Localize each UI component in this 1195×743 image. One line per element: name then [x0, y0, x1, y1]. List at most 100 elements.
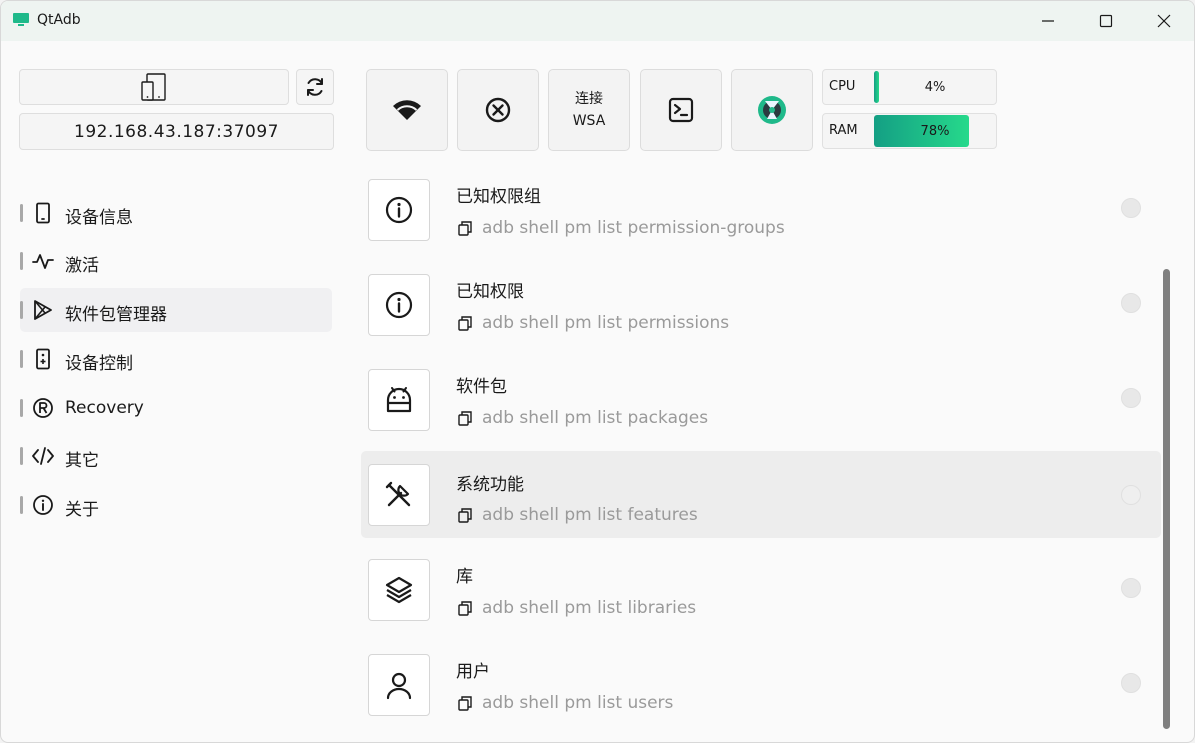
layers-icon — [385, 576, 413, 604]
connect-wsa-label-line1: 连接 — [575, 91, 603, 107]
row-title: 已知权限 — [456, 282, 524, 302]
row-command: adb shell pm list users — [458, 693, 673, 713]
minimize-icon — [1042, 20, 1054, 22]
user-icon — [386, 672, 412, 700]
sidebar-indicator — [20, 399, 23, 417]
copy-icon[interactable] — [458, 507, 472, 523]
sidebar-item-label: 设备控制 — [65, 354, 133, 374]
row-command: adb shell pm list packages — [458, 408, 708, 428]
row-icon-box — [368, 654, 430, 716]
connect-wsa-label-line2: WSA — [572, 113, 606, 129]
code-icon — [32, 447, 54, 465]
row-toggle[interactable] — [1121, 293, 1141, 313]
maximize-icon — [1099, 14, 1113, 28]
list-item-packages[interactable]: 软件包 adb shell pm list packages — [361, 366, 1161, 453]
close-icon — [1157, 14, 1171, 28]
list-item-features[interactable]: 系统功能 adb shell pm list features — [361, 451, 1161, 538]
row-toggle[interactable] — [1121, 198, 1141, 218]
row-title: 已知权限组 — [456, 187, 541, 207]
row-command-text: adb shell pm list packages — [482, 408, 709, 428]
connect-wsa-button[interactable]: 连接 WSA — [548, 69, 630, 151]
pulse-icon — [32, 254, 54, 269]
row-command: adb shell pm list permission-groups — [458, 218, 785, 238]
list-item-users[interactable]: 用户 adb shell pm list users — [361, 651, 1161, 738]
sidebar-indicator — [20, 496, 23, 514]
minimize-button[interactable] — [1019, 1, 1077, 41]
row-command-text: adb shell pm list users — [482, 693, 674, 713]
row-toggle[interactable] — [1121, 388, 1141, 408]
ram-usage-bar: 78% — [874, 115, 996, 147]
row-toggle[interactable] — [1121, 673, 1141, 693]
list-item-permissions[interactable]: 已知权限 adb shell pm list permissions — [361, 271, 1161, 358]
row-toggle[interactable] — [1121, 485, 1141, 505]
row-icon-box — [368, 369, 430, 431]
wifi-button[interactable] — [366, 69, 448, 151]
copy-icon[interactable] — [458, 600, 472, 616]
play-store-icon — [34, 300, 52, 320]
sidebar-indicator — [20, 252, 23, 270]
row-title: 用户 — [456, 662, 490, 682]
cpu-usage-bar: 4% — [874, 71, 996, 103]
ram-meter: RAM 78% — [822, 113, 997, 149]
cpu-usage-value: 4% — [924, 79, 946, 95]
row-icon-box — [368, 274, 430, 336]
sidebar-indicator — [20, 350, 23, 368]
title-bar: QtAdb — [1, 1, 1194, 41]
scrcpy-button[interactable] — [731, 69, 813, 151]
row-command-text: adb shell pm list features — [482, 505, 698, 525]
devices-icon — [141, 73, 166, 101]
app-logo-icon — [13, 13, 29, 26]
close-circle-icon — [485, 97, 511, 123]
row-icon-box — [368, 179, 430, 241]
wifi-icon — [393, 100, 421, 120]
sidebar-item-label: 关于 — [65, 500, 99, 520]
sidebar-item-about[interactable]: 关于 — [20, 483, 332, 527]
maximize-button[interactable] — [1077, 1, 1135, 41]
list-item-libraries[interactable]: 库 adb shell pm list libraries — [361, 556, 1161, 643]
ram-usage-value: 78% — [920, 123, 950, 139]
info-icon — [385, 196, 413, 224]
window-title: QtAdb — [37, 12, 81, 28]
phone-icon — [36, 202, 50, 224]
copy-icon[interactable] — [458, 410, 472, 426]
sidebar-item-activation[interactable]: 激活 — [20, 239, 332, 283]
cpu-label: CPU — [829, 79, 856, 94]
sidebar-item-package-manager[interactable]: 软件包管理器 — [20, 288, 332, 332]
close-button[interactable] — [1135, 1, 1193, 41]
sidebar-item-label: Recovery — [65, 398, 144, 418]
row-command-text: adb shell pm list permission-groups — [482, 218, 785, 238]
sidebar-item-label: 设备信息 — [65, 208, 133, 228]
terminal-button[interactable] — [640, 69, 722, 151]
device-select[interactable] — [19, 69, 289, 105]
sidebar-item-device-control[interactable]: 设备控制 — [20, 337, 332, 381]
android-icon — [386, 387, 412, 413]
info-icon — [385, 291, 413, 319]
row-command-text: adb shell pm list libraries — [482, 598, 697, 618]
sidebar-item-device-info[interactable]: 设备信息 — [20, 191, 332, 235]
row-icon-box — [368, 559, 430, 621]
row-title: 系统功能 — [456, 475, 524, 495]
row-icon-box — [368, 464, 430, 526]
row-command: adb shell pm list libraries — [458, 598, 696, 618]
info-icon — [33, 495, 53, 515]
cpu-meter: CPU 4% — [822, 69, 997, 105]
terminal-icon — [668, 97, 694, 123]
sidebar-item-other[interactable]: 其它 — [20, 434, 332, 478]
copy-icon[interactable] — [458, 695, 472, 711]
refresh-button[interactable] — [296, 69, 334, 105]
copy-icon[interactable] — [458, 315, 472, 331]
tools-icon — [385, 481, 411, 507]
row-command: adb shell pm list features — [458, 505, 698, 525]
sidebar-item-recovery[interactable]: Recovery — [20, 386, 332, 430]
remote-icon — [36, 348, 50, 370]
sidebar-indicator — [20, 204, 23, 222]
sidebar-item-label: 其它 — [65, 451, 99, 471]
copy-icon[interactable] — [458, 220, 472, 236]
ram-label: RAM — [829, 123, 858, 138]
sidebar-indicator — [20, 447, 23, 465]
device-address-field[interactable]: 192.168.43.187:37097 — [19, 113, 334, 150]
list-item-permission-groups[interactable]: 已知权限组 adb shell pm list permission-group… — [361, 176, 1161, 263]
list-scrollbar-thumb[interactable] — [1163, 269, 1170, 729]
disconnect-button[interactable] — [457, 69, 539, 151]
row-toggle[interactable] — [1121, 578, 1141, 598]
